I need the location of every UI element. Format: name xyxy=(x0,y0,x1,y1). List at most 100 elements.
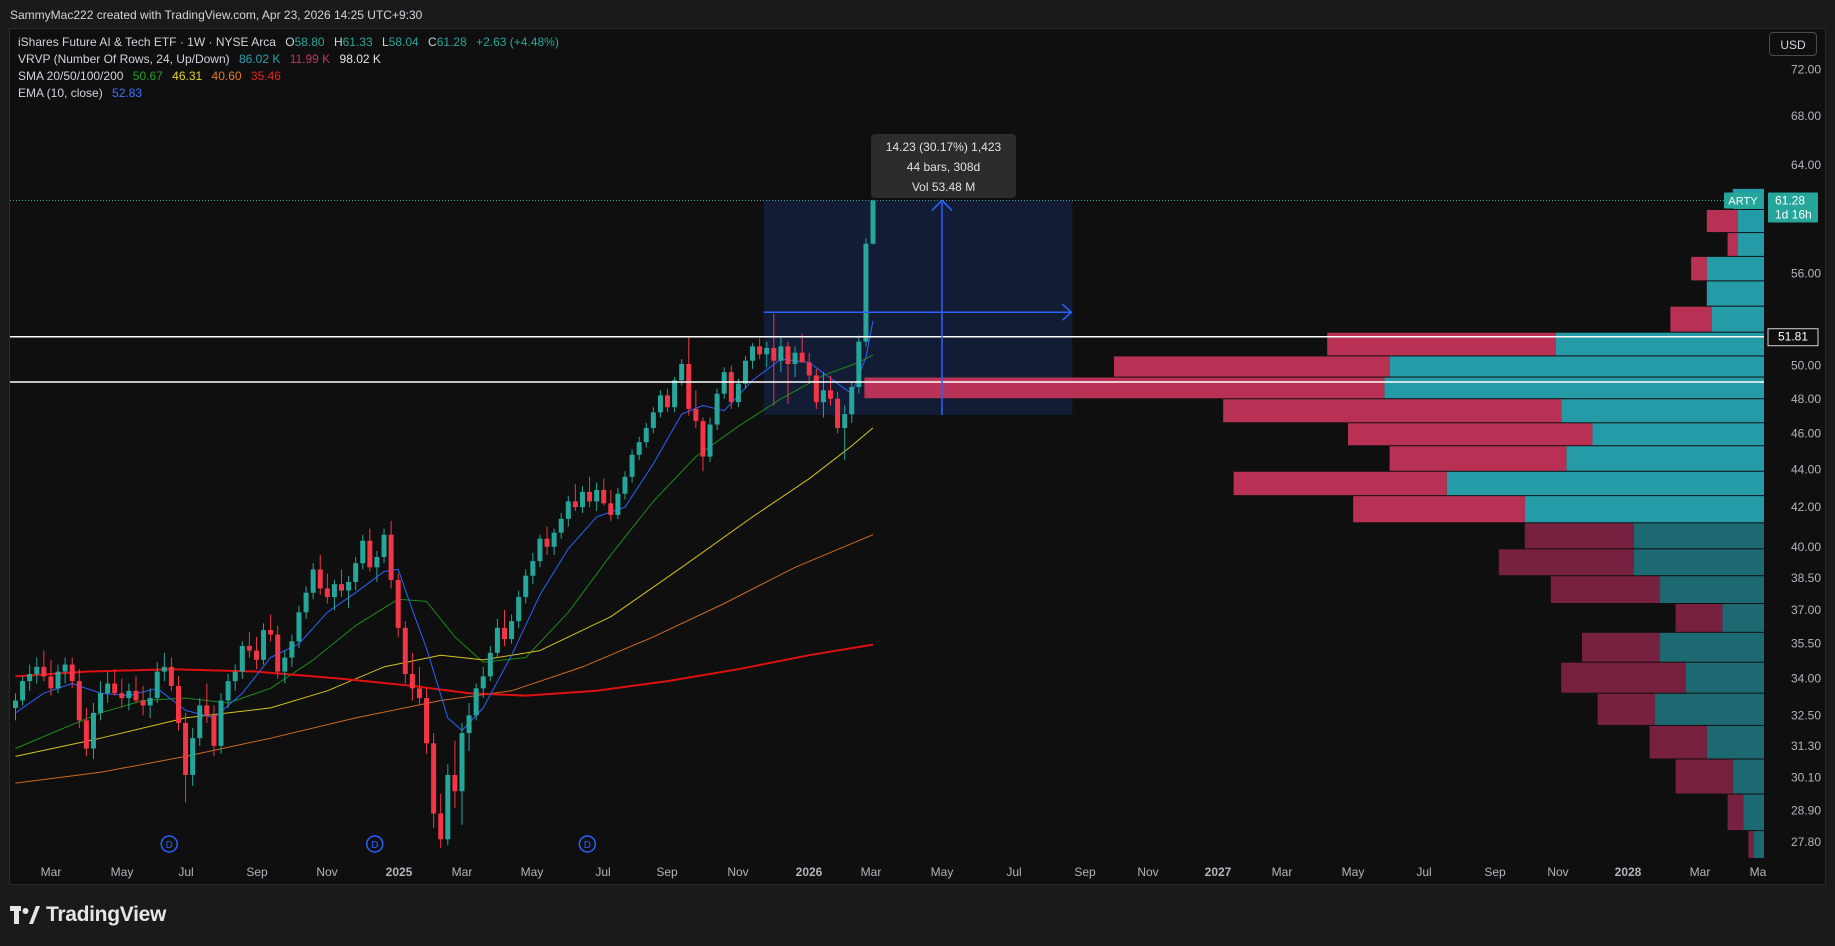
candle-body xyxy=(870,200,876,244)
legend-vrvp-row[interactable]: VRVP (Number Of Rows, 24, Up/Down) 86.02… xyxy=(18,51,565,68)
vrvp-total-value: 98.02 K xyxy=(339,52,381,66)
candle-body xyxy=(594,489,600,502)
tradingview-logo[interactable]: TradingView xyxy=(10,903,166,927)
vrvp-up-bar xyxy=(1738,210,1764,233)
vrvp-up-bar xyxy=(1384,377,1764,399)
vrvp-up-bar xyxy=(1743,794,1764,831)
candle-body xyxy=(502,627,508,640)
candle-body xyxy=(246,645,252,651)
vrvp-up-bar xyxy=(1524,496,1764,523)
candle-body xyxy=(813,375,819,403)
candle-body xyxy=(190,738,196,775)
x-tick-label: 2025 xyxy=(386,865,413,879)
y-tick-label: 40.00 xyxy=(1791,540,1821,554)
candle-body xyxy=(735,383,741,403)
y-tick-label: 27.80 xyxy=(1791,835,1821,849)
vrvp-down-bar xyxy=(1748,831,1754,858)
x-tick-label: Sep xyxy=(656,865,678,879)
vrvp-down-bar xyxy=(1670,306,1712,332)
currency-button[interactable]: USD xyxy=(1769,32,1817,56)
candle-body xyxy=(13,700,18,708)
candle-body xyxy=(750,346,756,361)
vrvp-label: VRVP (Number Of Rows, 24, Up/Down) xyxy=(18,52,230,66)
candle-body xyxy=(317,569,323,589)
candle-body xyxy=(764,347,770,355)
candle-body xyxy=(183,722,189,775)
vrvp-down-bar xyxy=(1114,356,1390,377)
high-label: H xyxy=(333,35,343,49)
candle-body xyxy=(806,362,812,376)
vrvp-up-bar xyxy=(1561,399,1764,423)
candle-body xyxy=(268,630,274,635)
y-tick-label: 68.00 xyxy=(1791,109,1821,123)
candle-body xyxy=(551,532,557,547)
candle-body xyxy=(792,352,798,364)
chart-legend: iShares Future AI & Tech ETF · 1W · NYSE… xyxy=(18,34,565,102)
candle-body xyxy=(579,491,585,508)
candle-body xyxy=(353,563,359,583)
candle-body xyxy=(835,398,841,429)
vrvp-up-value: 86.02 K xyxy=(238,52,281,66)
x-tick-label: Jul xyxy=(1416,865,1431,879)
bottom-bar xyxy=(0,886,1835,946)
measure-tooltip: 14.23 (30.17%) 1,423 44 bars, 308d Vol 5… xyxy=(871,134,1016,198)
vrvp-up-bar xyxy=(1706,281,1764,306)
legend-symbol-row[interactable]: iShares Future AI & Tech ETF · 1W · NYSE… xyxy=(18,34,565,51)
vrvp-up-bar xyxy=(1654,693,1764,725)
candle-body xyxy=(728,372,734,403)
x-tick-label: Jul xyxy=(595,865,610,879)
y-tick-label: 48.00 xyxy=(1791,392,1821,406)
legend-sma-row[interactable]: SMA 20/50/100/200 50.67 46.31 40.60 35.4… xyxy=(18,68,565,85)
vrvp-up-bar xyxy=(1738,233,1764,256)
candle-body xyxy=(48,676,54,689)
candle-body xyxy=(572,501,578,508)
candle-body xyxy=(90,712,96,749)
candle-body xyxy=(20,681,26,701)
candle-body xyxy=(282,657,288,672)
vrvp-down-bar xyxy=(1561,662,1686,693)
y-tick-label: 38.50 xyxy=(1791,571,1821,585)
candle-body xyxy=(466,715,472,734)
candle-body xyxy=(778,346,784,361)
candle-body xyxy=(275,634,281,672)
x-tick-label: May xyxy=(1342,865,1365,879)
candle-body xyxy=(211,715,217,746)
sma20-value: 50.67 xyxy=(132,69,163,83)
vrvp-down-bar xyxy=(1675,604,1723,632)
candle-body xyxy=(487,652,493,677)
candle-body xyxy=(509,621,515,640)
vrvp-down-bar xyxy=(1706,210,1738,233)
candle-body xyxy=(693,408,699,422)
candle-body xyxy=(360,540,366,564)
candle-body xyxy=(388,534,394,580)
y-tick-label: 56.00 xyxy=(1791,267,1821,281)
candle-body xyxy=(154,671,160,699)
candle-body xyxy=(650,412,656,429)
legend-ema-row[interactable]: EMA (10, close) 52.83 xyxy=(18,85,565,102)
candle-body xyxy=(721,372,727,394)
candle-body xyxy=(601,489,607,504)
candle-body xyxy=(218,700,224,746)
y-tick-label: 50.00 xyxy=(1791,359,1821,373)
vrvp-down-bar xyxy=(1597,693,1655,725)
ma-line-sma-200 xyxy=(15,643,874,697)
candle-body xyxy=(452,774,458,792)
candle-body xyxy=(665,395,671,408)
candle-body xyxy=(339,584,345,591)
measure-volume: Vol 53.48 M xyxy=(911,180,976,194)
y-tick-label: 44.00 xyxy=(1791,462,1821,476)
vrvp-up-bar xyxy=(1634,523,1764,549)
tradingview-logo-icon xyxy=(10,906,40,924)
candle-body xyxy=(565,501,571,519)
candle-body xyxy=(112,683,118,694)
vrvp-up-bar xyxy=(1686,662,1764,693)
candle-body xyxy=(105,683,111,694)
measure-change: 14.23 (30.17%) 1,423 xyxy=(885,140,1002,154)
candle-body xyxy=(41,666,47,677)
candle-body xyxy=(324,588,330,598)
candle-body xyxy=(367,540,373,568)
candle-body xyxy=(62,664,68,672)
candle-body xyxy=(69,664,75,682)
candle-body xyxy=(83,720,89,749)
candle-body xyxy=(119,693,125,699)
